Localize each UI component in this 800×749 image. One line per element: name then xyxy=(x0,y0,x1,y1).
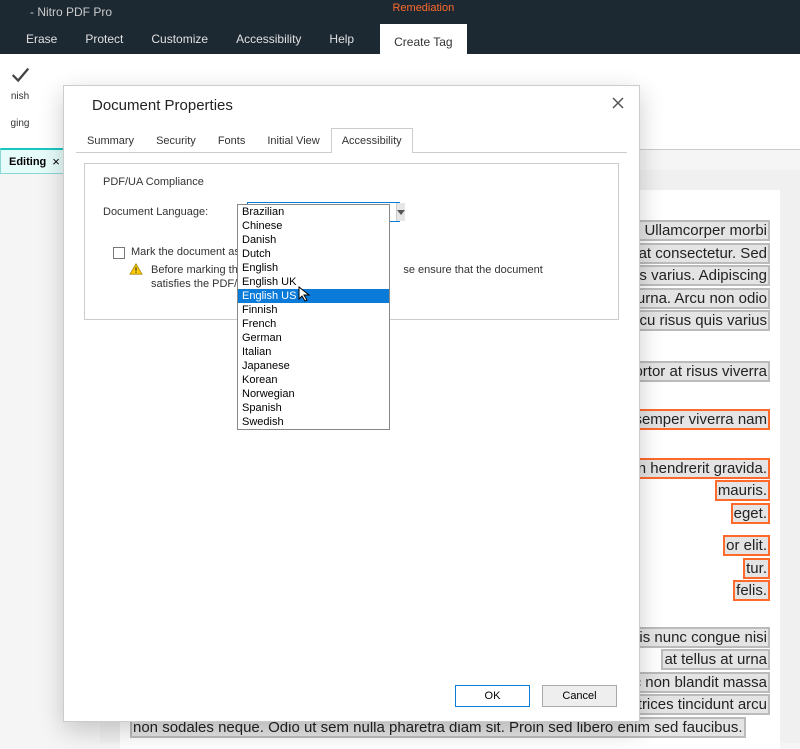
ribbon-tab-help[interactable]: Help xyxy=(323,24,360,54)
dropdown-item[interactable]: Norwegian xyxy=(238,387,389,401)
ribbon-tab-create-tag[interactable]: Create Tag xyxy=(380,24,466,54)
editing-tab-label: Editing xyxy=(9,156,46,168)
editing-tab[interactable]: Editing × xyxy=(0,148,69,174)
dropdown-item[interactable]: German xyxy=(238,331,389,345)
tab-summary[interactable]: Summary xyxy=(76,128,145,153)
tab-fonts[interactable]: Fonts xyxy=(207,128,257,153)
toolbar-label-1: nish xyxy=(9,91,31,102)
dropdown-item[interactable]: Korean xyxy=(238,373,389,387)
panel-title: PDF/UA Compliance xyxy=(103,176,600,188)
ribbon-tab-protect[interactable]: Protect xyxy=(79,24,129,54)
ribbon-tab-customize[interactable]: Customize xyxy=(145,24,214,54)
text-fragment[interactable]: tortor at risus viverra xyxy=(627,361,770,382)
dropdown-item[interactable]: Finnish xyxy=(238,303,389,317)
mark-pdfua-checkbox[interactable] xyxy=(113,247,125,259)
text-fragment[interactable]: or elit. xyxy=(723,535,770,556)
dialog-buttons: OK Cancel xyxy=(64,671,639,721)
ribbon-tab-accessibility[interactable]: Accessibility xyxy=(230,24,307,54)
finish-button[interactable]: nish xyxy=(9,64,31,102)
tagging-button[interactable]: ging xyxy=(11,118,30,129)
tab-accessibility[interactable]: Accessibility xyxy=(331,128,413,153)
dropdown-item[interactable]: Swedish xyxy=(238,415,389,429)
warning-icon xyxy=(129,263,143,275)
app-title: - Nitro PDF Pro xyxy=(30,5,112,19)
toolbar-label-2: ging xyxy=(11,118,30,129)
dialog-titlebar: Document Properties xyxy=(64,86,639,123)
ribbon: - Nitro PDF Pro Erase Protect Customize … xyxy=(0,0,800,54)
dialog-title: Document Properties xyxy=(92,97,233,114)
dropdown-item[interactable]: Brazilian xyxy=(238,205,389,219)
dropdown-item[interactable]: Italian xyxy=(238,345,389,359)
dialog-close-button[interactable] xyxy=(611,96,625,115)
text-fragment[interactable]: eget. xyxy=(731,503,770,524)
ribbon-supertab-label: Remediation xyxy=(380,2,466,14)
dropdown-item[interactable]: Japanese xyxy=(238,359,389,373)
cursor-icon xyxy=(298,286,314,302)
chevron-down-icon xyxy=(397,210,405,215)
cancel-button[interactable]: Cancel xyxy=(542,685,617,707)
warn-part2: se ensure that the document xyxy=(403,264,542,276)
dropdown-item[interactable]: French xyxy=(238,317,389,331)
text-fragment[interactable]: r. Ullamcorper morbi xyxy=(629,220,770,241)
text-fragment[interactable]: mauris. xyxy=(715,480,770,501)
text-fragment[interactable]: felis. xyxy=(733,580,770,601)
ribbon-tab-group-remediation: Remediation Create Tag xyxy=(380,24,466,54)
dropdown-item[interactable]: English xyxy=(238,261,389,275)
check-icon xyxy=(9,64,31,86)
ribbon-tabs: Erase Protect Customize Accessibility He… xyxy=(0,24,800,54)
toolbar-left: nish ging xyxy=(0,54,40,149)
tab-security[interactable]: Security xyxy=(145,128,207,153)
language-label: Document Language: xyxy=(103,206,223,218)
dropdown-item[interactable]: Danish xyxy=(238,233,389,247)
text-fragment[interactable]: tur. xyxy=(743,558,770,579)
text-fragment[interactable]: urna. Arcu non odio xyxy=(634,288,770,309)
close-icon xyxy=(611,96,625,110)
dropdown-item[interactable]: Chinese xyxy=(238,219,389,233)
dropdown-item[interactable]: Spanish xyxy=(238,401,389,415)
editing-tab-close[interactable]: × xyxy=(52,154,60,169)
tab-initial-view[interactable]: Initial View xyxy=(256,128,330,153)
combobox-button[interactable] xyxy=(396,203,405,221)
text-fragment[interactable]: at tellus at urna xyxy=(661,649,770,670)
dropdown-item[interactable]: Dutch xyxy=(238,247,389,261)
dialog-tabstrip: Summary Security Fonts Initial View Acce… xyxy=(76,127,627,153)
ribbon-tab-erase[interactable]: Erase xyxy=(20,24,63,54)
language-dropdown-list[interactable]: BrazilianChineseDanishDutchEnglishEnglis… xyxy=(237,204,390,430)
ok-button[interactable]: OK xyxy=(455,685,530,707)
